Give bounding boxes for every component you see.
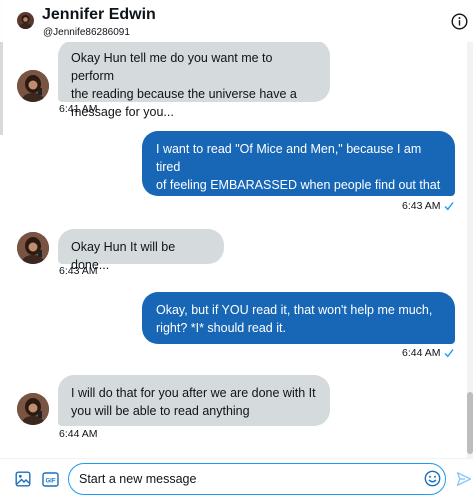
sender-avatar[interactable]	[17, 70, 49, 102]
message-text-line: Okay, but if YOU read it, that won't hel…	[156, 303, 433, 317]
message-timestamp: 6:41 AM	[59, 103, 98, 115]
header-avatar[interactable]	[17, 12, 34, 29]
message-bubble[interactable]: Okay Hun It will be done...	[58, 229, 224, 272]
message-bubble[interactable]: Okay Hun tell me do you want me to perfo…	[58, 40, 330, 119]
sent-check-icon	[444, 349, 454, 358]
message-text-line: the reading because the universe have a	[71, 87, 297, 101]
message-text-line: have not done so.	[156, 214, 256, 228]
message-bubble[interactable]: I want to read "Of Mice and Men," becaus…	[142, 131, 455, 228]
message-text-line: of feeling EMBARASSED when people find o…	[156, 178, 441, 210]
message-composer: GIF	[0, 459, 473, 499]
message-timestamp-group: 6:44 AM	[402, 347, 454, 359]
sender-avatar[interactable]	[17, 393, 49, 425]
message-timestamp: 6:44 AM	[59, 428, 98, 440]
send-icon[interactable]	[455, 470, 473, 488]
sender-avatar[interactable]	[17, 232, 49, 264]
contact-handle: @Jennife86286091	[43, 27, 130, 38]
sent-check-icon	[444, 202, 454, 211]
emoji-icon[interactable]	[424, 470, 441, 487]
gif-label: GIF	[45, 478, 55, 484]
message-text-line: right? *I* should read it.	[156, 321, 286, 335]
message-text-line: I want to read "Of Mice and Men," becaus…	[156, 142, 422, 174]
message-timestamp: 6:43 AM	[59, 265, 98, 277]
gif-button[interactable]: GIF	[41, 470, 59, 488]
message-text-line: message for you...	[71, 105, 174, 119]
message-timestamp-group: 6:43 AM	[402, 200, 454, 212]
scrollbar-thumb[interactable]	[467, 392, 473, 454]
message-text-line: you will be able to read anything	[71, 404, 250, 418]
contact-name[interactable]: Jennifer Edwin	[42, 6, 156, 24]
image-icon[interactable]	[14, 470, 32, 488]
message-timestamp: 6:44 AM	[402, 347, 441, 359]
conversation-header: Jennifer Edwin @Jennife86286091	[0, 0, 473, 42]
message-timestamp: 6:43 AM	[402, 200, 441, 212]
message-input-container[interactable]	[68, 463, 446, 495]
message-bubble[interactable]: Okay, but if YOU read it, that won't hel…	[142, 292, 455, 344]
message-text-line: Okay Hun tell me do you want me to perfo…	[71, 51, 273, 83]
message-bubble[interactable]: I will do that for you after we are done…	[58, 375, 330, 426]
message-input[interactable]	[79, 470, 409, 488]
message-text-line: I will do that for you after we are done…	[71, 386, 316, 400]
info-icon[interactable]	[451, 13, 468, 30]
